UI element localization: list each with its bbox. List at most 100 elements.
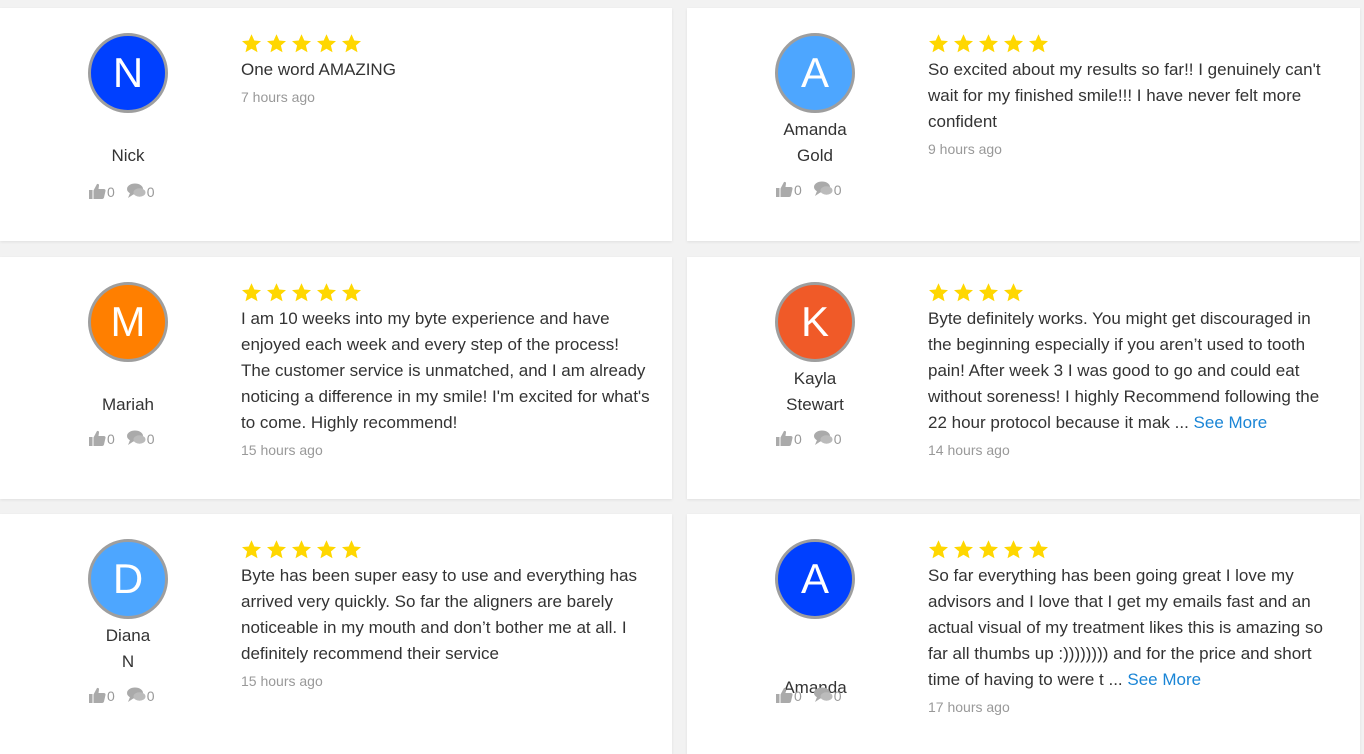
review-text: So far everything has been going great I… <box>928 566 1323 689</box>
comment-icon <box>126 183 146 198</box>
star-icon <box>292 540 311 559</box>
comment-button[interactable]: 0 <box>813 687 842 704</box>
like-count: 0 <box>107 431 115 447</box>
like-button[interactable]: 0 <box>776 181 802 197</box>
avatar: D <box>88 539 168 619</box>
review-text: Byte has been super easy to use and ever… <box>241 566 637 663</box>
review-timestamp: 15 hours ago <box>241 442 323 458</box>
comment-icon <box>126 687 146 702</box>
star-icon <box>292 34 311 53</box>
like-count: 0 <box>794 688 802 704</box>
review-text: Byte definitely works. You might get dis… <box>928 309 1320 432</box>
reviewer-name: Kayla Stewart <box>786 369 844 414</box>
star-rating <box>241 539 651 561</box>
star-icon <box>929 540 948 559</box>
star-icon <box>342 34 361 53</box>
review-text: I am 10 weeks into my byte experience an… <box>241 309 650 432</box>
star-icon <box>929 34 948 53</box>
review-actions: 0 0 <box>89 181 179 201</box>
thumbs-up-icon <box>776 181 793 197</box>
avatar: M <box>88 282 168 362</box>
star-rating <box>928 282 1338 304</box>
comment-button[interactable]: 0 <box>126 430 155 447</box>
comment-icon <box>126 430 146 445</box>
comment-icon <box>813 181 833 196</box>
star-icon <box>342 540 361 559</box>
star-icon <box>317 540 336 559</box>
star-icon <box>979 540 998 559</box>
reviewer-name: Amanda Gold <box>783 120 847 165</box>
star-rating <box>241 33 651 55</box>
avatar: A <box>775 33 855 113</box>
star-icon <box>954 283 973 302</box>
avatar: A <box>775 539 855 619</box>
like-button[interactable]: 0 <box>89 183 115 199</box>
star-icon <box>242 34 261 53</box>
review-card: D Diana N 0 0 Byte has been super easy t… <box>0 514 672 754</box>
comment-count: 0 <box>146 431 155 447</box>
star-icon <box>979 283 998 302</box>
star-icon <box>342 283 361 302</box>
review-card: A Amanda Gold 0 0 So excited about my re… <box>687 8 1360 241</box>
like-button[interactable]: 0 <box>89 430 115 446</box>
review-card: K Kayla Stewart 0 0 Byte definitely work… <box>687 257 1360 499</box>
star-icon <box>1004 283 1023 302</box>
star-icon <box>267 540 286 559</box>
star-icon <box>242 283 261 302</box>
comment-count: 0 <box>146 184 155 200</box>
star-icon <box>267 283 286 302</box>
star-icon <box>267 34 286 53</box>
thumbs-up-icon <box>776 430 793 446</box>
review-actions: 0 0 <box>89 428 179 448</box>
like-count: 0 <box>794 431 802 447</box>
star-icon <box>1004 540 1023 559</box>
thumbs-up-icon <box>89 183 106 199</box>
star-rating <box>928 33 1338 55</box>
see-more-link[interactable]: See More <box>1127 670 1201 689</box>
thumbs-up-icon <box>89 430 106 446</box>
avatar: N <box>88 33 168 113</box>
star-icon <box>1029 34 1048 53</box>
star-icon <box>1004 34 1023 53</box>
comment-button[interactable]: 0 <box>126 183 155 200</box>
comment-count: 0 <box>146 688 155 704</box>
review-card: M Mariah 0 0 I am 10 weeks into my byte … <box>0 257 672 499</box>
star-icon <box>317 283 336 302</box>
comment-button[interactable]: 0 <box>813 181 842 198</box>
review-timestamp: 14 hours ago <box>928 442 1010 458</box>
comment-count: 0 <box>833 688 842 704</box>
review-timestamp: 7 hours ago <box>241 89 315 105</box>
like-button[interactable]: 0 <box>776 430 802 446</box>
like-button[interactable]: 0 <box>776 687 802 703</box>
like-count: 0 <box>107 184 115 200</box>
review-actions: 0 0 <box>89 685 179 705</box>
comment-button[interactable]: 0 <box>813 430 842 446</box>
like-count: 0 <box>107 688 115 704</box>
review-actions: 0 0 <box>776 179 866 199</box>
star-icon <box>242 540 261 559</box>
review-timestamp: 15 hours ago <box>241 673 323 689</box>
review-actions: 0 0 <box>776 428 866 448</box>
star-icon <box>317 34 336 53</box>
like-button[interactable]: 0 <box>89 687 115 703</box>
star-icon <box>1029 540 1048 559</box>
review-card: N Nick 0 0 One word AMAZING 7 hours ago <box>0 8 672 241</box>
star-icon <box>929 283 948 302</box>
star-icon <box>292 283 311 302</box>
review-timestamp: 9 hours ago <box>928 141 1002 157</box>
comment-icon <box>813 687 833 702</box>
reviewer-name: Mariah <box>102 395 154 414</box>
review-card: A Amanda 0 0 So far everything has been … <box>687 514 1360 754</box>
comment-button[interactable]: 0 <box>126 687 155 704</box>
star-icon <box>954 34 973 53</box>
star-icon <box>954 540 973 559</box>
reviewer-name: Diana N <box>105 626 151 671</box>
see-more-link[interactable]: See More <box>1194 413 1268 432</box>
like-count: 0 <box>794 182 802 198</box>
review-timestamp: 17 hours ago <box>928 699 1010 715</box>
thumbs-up-icon <box>776 687 793 703</box>
comment-count: 0 <box>833 182 842 198</box>
review-actions: 0 0 <box>776 685 866 705</box>
thumbs-up-icon <box>89 687 106 703</box>
review-text: One word AMAZING <box>241 60 396 79</box>
